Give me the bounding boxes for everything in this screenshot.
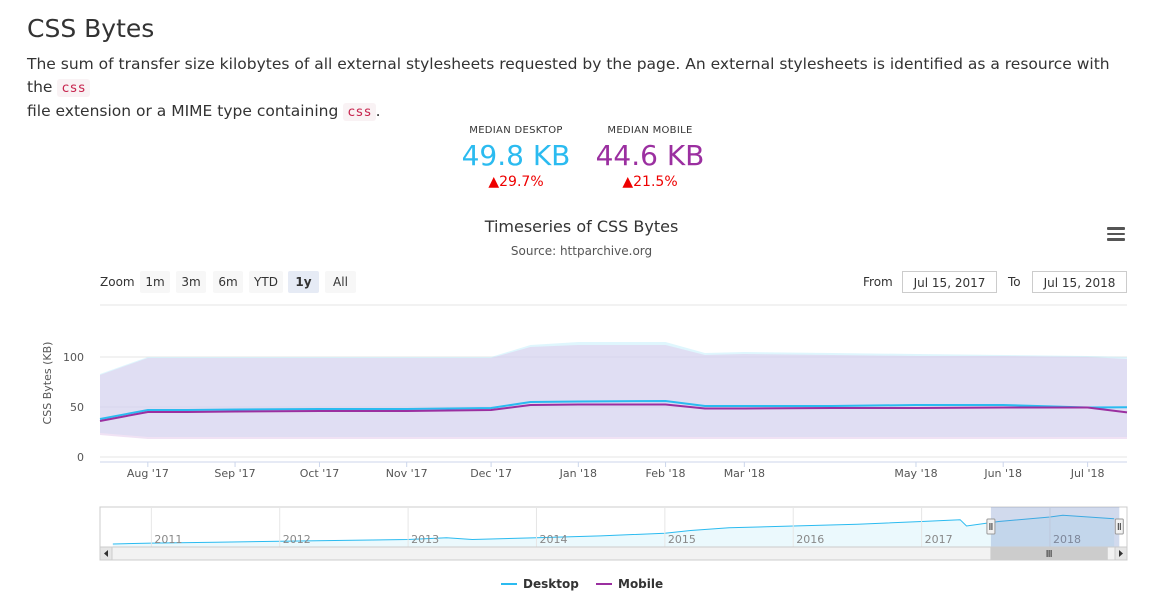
- x-tick-label: Mar '18: [724, 467, 765, 480]
- legend-desktop[interactable]: Desktop: [501, 577, 579, 591]
- y-tick-label: 100: [63, 351, 84, 364]
- zoom-1m-button[interactable]: 1m: [140, 271, 170, 293]
- legend-mobile[interactable]: Mobile: [596, 577, 663, 591]
- band-mobile: [100, 345, 1127, 439]
- x-tick-label: May '18: [894, 467, 937, 480]
- band-desktop: [100, 342, 1127, 437]
- x-tick-label: Jan '18: [559, 467, 597, 480]
- navigator-frame: [99, 506, 1128, 548]
- navigator-year-label: 2012: [283, 533, 311, 546]
- navigator-year-label: 2013: [411, 533, 439, 546]
- scrollbar-thumb: [990, 547, 1108, 560]
- range-from-label: From: [863, 275, 893, 289]
- x-tick-label: Jul '18: [1070, 467, 1105, 480]
- navigator-year-label: 2018: [1053, 533, 1081, 546]
- navigator-handle-left: [986, 518, 996, 535]
- chart-menu-icon[interactable]: [1107, 227, 1125, 241]
- metric-desktop: MEDIAN DESKTOP 49.8 KB ▲29.7%: [456, 125, 576, 190]
- zoom-3m-button[interactable]: 3m: [176, 271, 206, 293]
- x-tick-label: Nov '17: [386, 467, 428, 480]
- x-tick-label: Dec '17: [470, 467, 512, 480]
- navigator-line: [112, 514, 1115, 545]
- zoom-1y-button[interactable]: 1y: [288, 271, 319, 293]
- zoom-ytd-button[interactable]: YTD: [249, 271, 283, 293]
- code-css-extension: css: [57, 79, 90, 97]
- legend-mobile-label: Mobile: [618, 577, 664, 591]
- metric-desktop-value: 49.8 KB: [461, 139, 571, 172]
- y-tick-label: 50: [70, 401, 84, 414]
- code-css-mime: css: [343, 103, 376, 121]
- scrollbar-left-button: [99, 546, 113, 561]
- metric-desktop-change: ▲29.7%: [488, 174, 544, 190]
- series-line-mobile: [99, 403, 1128, 422]
- metric-mobile-change: ▲21.5%: [622, 174, 678, 190]
- scrollbar-track: [99, 546, 1128, 561]
- scroll-right-arrow-icon: [1119, 550, 1123, 557]
- page-description: The sum of transfer size kilobytes of al…: [27, 55, 1110, 121]
- range-from-input[interactable]: Jul 15, 2017: [902, 271, 997, 293]
- scroll-left-arrow-icon: [104, 550, 108, 557]
- x-tick-label: Aug '17: [127, 467, 169, 480]
- navigator-handle-right: [1114, 518, 1124, 535]
- navigator-selection: [990, 507, 1120, 547]
- series-line-desktop: [99, 399, 1128, 420]
- range-to-input[interactable]: Jul 15, 2018: [1032, 271, 1127, 293]
- metric-mobile-label: MEDIAN MOBILE: [607, 125, 693, 136]
- legend-mobile-swatch: [596, 582, 612, 585]
- zoom-all-button[interactable]: All: [325, 271, 356, 293]
- chart-title: Timeseries of CSS Bytes: [484, 217, 679, 236]
- navigator-year-label: 2015: [668, 533, 696, 546]
- navigator-area: [112, 515, 1115, 547]
- y-tick-label: 0: [77, 451, 84, 464]
- scrollbar-right-button: [1114, 546, 1128, 561]
- zoom-label: Zoom: [100, 275, 135, 289]
- navigator-year-label: 2017: [925, 533, 953, 546]
- zoom-6m-button[interactable]: 6m: [213, 271, 243, 293]
- metric-desktop-label: MEDIAN DESKTOP: [469, 125, 563, 136]
- y-axis-label: CSS Bytes (KB): [41, 342, 54, 425]
- page-title: CSS Bytes: [27, 14, 155, 43]
- x-tick-label: Oct '17: [300, 467, 340, 480]
- metric-mobile: MEDIAN MOBILE 44.6 KB ▲21.5%: [590, 125, 710, 190]
- metric-mobile-value: 44.6 KB: [595, 139, 705, 172]
- navigator-year-label: 2016: [796, 533, 824, 546]
- navigator-year-label: 2011: [154, 533, 182, 546]
- x-tick-label: Jun '18: [983, 467, 1022, 480]
- legend-desktop-swatch: [501, 582, 517, 585]
- range-to-label: To: [1008, 275, 1021, 289]
- navigator-year-label: 2014: [539, 533, 567, 546]
- x-tick-label: Feb '18: [646, 467, 686, 480]
- x-tick-label: Sep '17: [214, 467, 255, 480]
- chart-subtitle: Source: httparchive.org: [510, 244, 653, 258]
- legend-desktop-label: Desktop: [523, 577, 579, 591]
